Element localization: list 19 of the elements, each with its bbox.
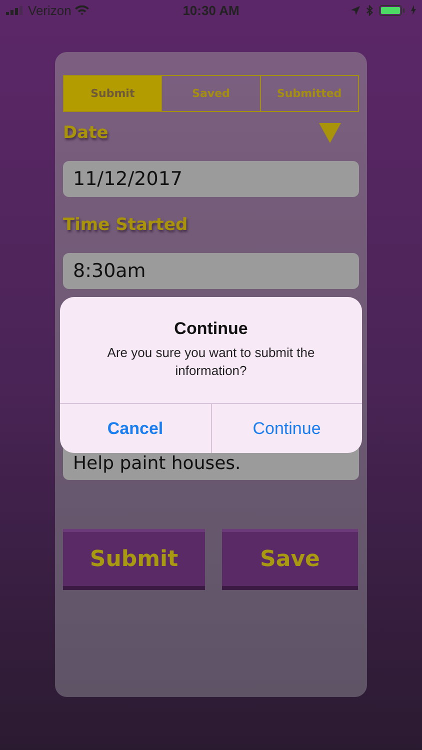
segment-tab[interactable]: Submit [64,76,162,111]
battery-icon [378,4,405,16]
bluetooth-icon [366,4,373,16]
alert-title: Continue [174,319,248,339]
alert-button[interactable]: Continue [210,404,362,453]
alert-message: Are you sure you want to submit the information? [106,344,316,380]
wifi-icon [75,5,90,15]
signal-icon [6,6,24,14]
input-field[interactable]: 11/12/2017 [63,161,359,197]
field-label: Date [63,123,108,143]
location-icon [350,6,360,14]
input-field[interactable]: 8:30am [63,253,359,289]
carrier-name: Verizon [28,2,72,18]
dropdown-triangle-icon[interactable] [319,123,341,143]
charging-icon [410,5,416,15]
action-button[interactable]: Submit [63,529,205,590]
action-button[interactable]: Save [222,529,358,590]
status-time: 10:30 AM [182,2,240,18]
field-label: Time Started [63,215,188,235]
